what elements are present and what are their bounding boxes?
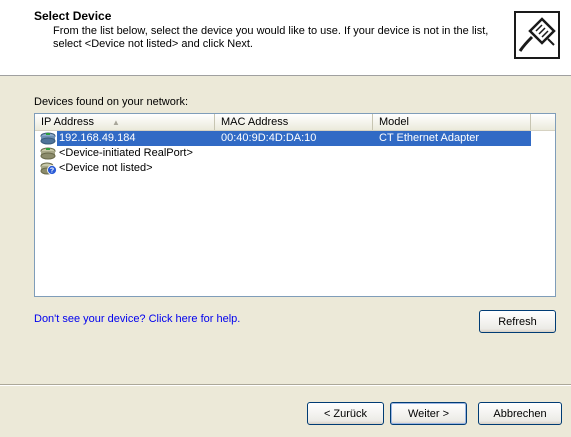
back-button[interactable]: < Zurück <box>307 402 384 425</box>
refresh-button[interactable]: Refresh <box>479 310 556 333</box>
mac-cell: 00:40:9D:4D:DA:10 <box>215 131 373 146</box>
network-cable-icon <box>514 11 560 59</box>
column-header-mac-label: MAC Address <box>221 116 289 128</box>
column-header-model[interactable]: Model <box>373 114 531 130</box>
column-header-model-label: Model <box>379 116 409 128</box>
table-row[interactable]: ? <Device not listed> <box>35 161 555 176</box>
ip-value: <Device-initiated RealPort> <box>59 147 193 159</box>
model-value: CT Ethernet Adapter <box>379 132 480 144</box>
network-device-question-icon: ? <box>40 162 57 175</box>
ip-value: <Device not listed> <box>59 162 153 174</box>
column-header-filler <box>531 114 555 130</box>
ip-cell: <Device not listed> <box>57 161 153 176</box>
column-header-mac[interactable]: MAC Address <box>215 114 373 130</box>
ip-value: 192.168.49.184 <box>59 132 136 144</box>
network-device-icon <box>40 132 56 145</box>
button-separator <box>0 384 571 386</box>
table-row[interactable]: <Device-initiated RealPort> <box>35 146 555 161</box>
column-header-ip[interactable]: IP Address ▲ <box>35 114 215 130</box>
device-list[interactable]: IP Address ▲ MAC Address Model 192.168.49… <box>34 113 556 297</box>
ip-cell: <Device-initiated RealPort> <box>57 146 193 161</box>
mac-value: 00:40:9D:4D:DA:10 <box>221 132 317 144</box>
page-title: Select Device <box>34 9 112 23</box>
sort-ascending-icon: ▲ <box>112 118 120 127</box>
next-button[interactable]: Weiter > <box>390 402 467 425</box>
column-header-ip-label: IP Address <box>41 116 94 128</box>
ip-cell: 192.168.49.184 <box>57 131 215 146</box>
svg-text:?: ? <box>50 168 54 175</box>
help-link[interactable]: Don't see your device? Click here for he… <box>34 313 240 325</box>
table-row[interactable]: 192.168.49.184 00:40:9D:4D:DA:10 CT Ethe… <box>35 131 555 146</box>
list-header: IP Address ▲ MAC Address Model <box>35 114 555 131</box>
network-device-icon <box>40 147 56 160</box>
wizard-header: Select Device From the list below, selec… <box>0 0 571 76</box>
model-cell: CT Ethernet Adapter <box>373 131 531 146</box>
cancel-button[interactable]: Abbrechen <box>478 402 562 425</box>
page-description: From the list below, select the device y… <box>53 25 489 50</box>
devices-found-label: Devices found on your network: <box>34 96 189 108</box>
